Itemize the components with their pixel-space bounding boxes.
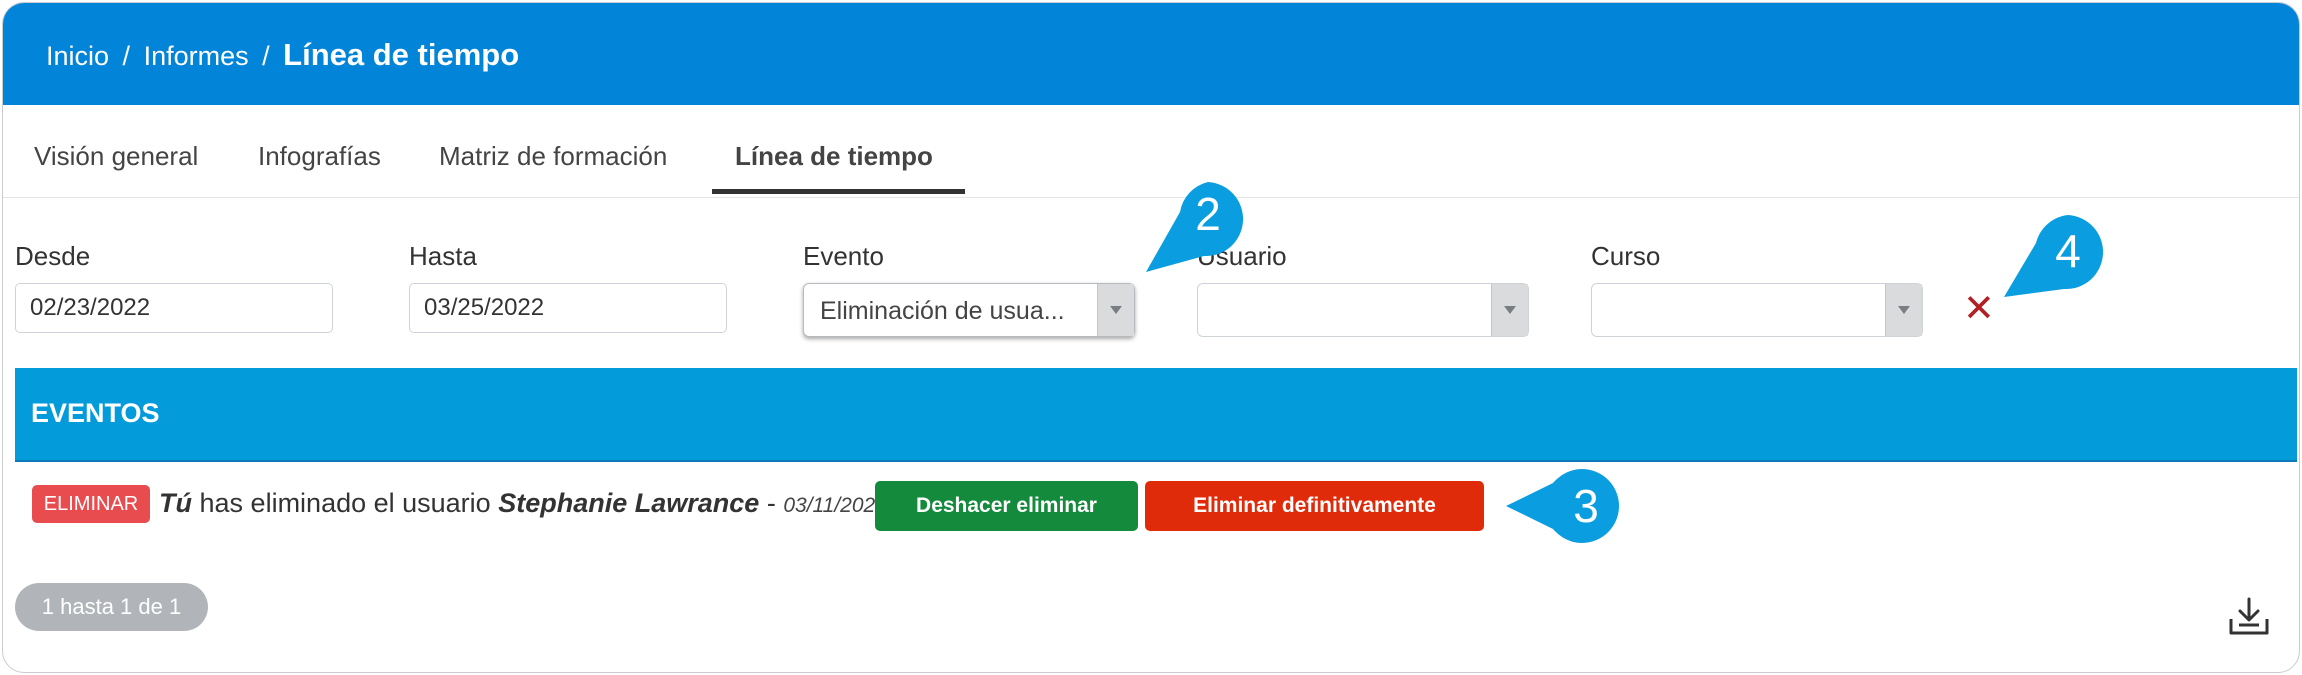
breadcrumb-home[interactable]: Inicio [46, 41, 109, 71]
breadcrumb-separator: / [122, 41, 131, 71]
event-select[interactable]: Eliminación de usua... [803, 283, 1135, 337]
close-icon[interactable]: ✕ [1963, 286, 1995, 331]
event-select-value: Eliminación de usua... [820, 297, 1065, 325]
course-select[interactable] [1591, 283, 1923, 337]
event-text: has eliminado el usuario [199, 488, 491, 518]
undo-delete-button[interactable]: Deshacer eliminar [875, 481, 1138, 531]
chevron-down-icon[interactable] [1491, 284, 1528, 336]
user-select[interactable] [1197, 283, 1529, 337]
page-title: Línea de tiempo [283, 37, 520, 72]
event-description: Tú has eliminado el usuario Stephanie La… [159, 488, 887, 519]
events-title: EVENTOS [31, 398, 160, 428]
pagination-info: 1 hasta 1 de 1 [15, 583, 208, 631]
delete-permanently-button[interactable]: Eliminar definitivamente [1145, 481, 1484, 531]
breadcrumb-separator: / [262, 41, 270, 71]
download-icon[interactable] [2227, 597, 2271, 637]
event-dash: - [766, 488, 776, 518]
event-label: Evento [803, 241, 884, 271]
course-label: Curso [1591, 241, 1661, 271]
to-label: Hasta [409, 241, 477, 271]
from-label: Desde [15, 241, 91, 271]
tab-timeline[interactable]: Línea de tiempo [735, 141, 933, 172]
tab-overview[interactable]: Visión general [34, 141, 198, 172]
event-subject: Stephanie Lawrance [498, 488, 760, 518]
callout-marker-4: 4 [2004, 215, 2104, 297]
callout-marker-3: 3 [1506, 469, 1619, 543]
from-date-input[interactable] [15, 283, 333, 333]
event-date: 03/11/2022 [783, 494, 887, 517]
active-tab-indicator [712, 189, 965, 194]
tab-training-matrix[interactable]: Matriz de formación [439, 141, 667, 172]
chevron-down-icon[interactable] [1885, 284, 1922, 336]
callout-number: 3 [1573, 480, 1599, 532]
tab-infographics[interactable]: Infografías [258, 141, 381, 172]
breadcrumb: Inicio / Informes / Línea de tiempo [46, 37, 519, 73]
app-frame: Inicio / Informes / Línea de tiempo Visi… [2, 2, 2300, 673]
chevron-down-icon[interactable] [1097, 284, 1134, 336]
page-header: Inicio / Informes / Línea de tiempo [3, 3, 2299, 105]
callout-marker-2: 2 [1146, 182, 1244, 272]
event-actor: Tú [159, 488, 192, 518]
callout-number: 4 [2055, 225, 2081, 277]
callout-number: 2 [1195, 188, 1221, 240]
events-header: EVENTOS [15, 368, 2297, 462]
to-date-input[interactable] [409, 283, 727, 333]
breadcrumb-reports[interactable]: Informes [144, 41, 249, 71]
event-type-badge: ELIMINAR [32, 485, 150, 523]
